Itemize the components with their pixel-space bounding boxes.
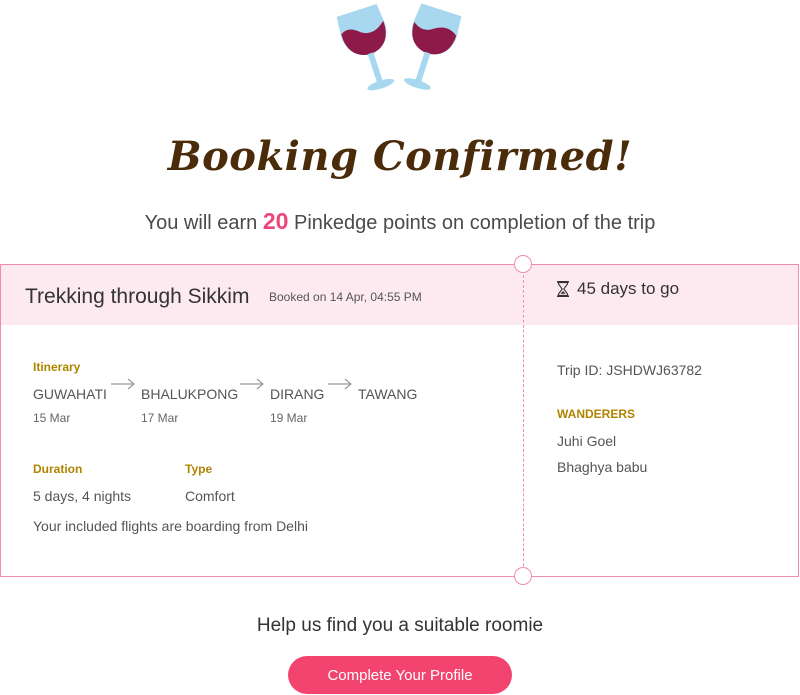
booked-on-date: Booked on 14 Apr, 04:55 PM [269, 290, 422, 304]
wine-glasses-toast-icon [336, 3, 462, 91]
ticket-notch-bottom [514, 567, 532, 585]
type-value: Comfort [185, 488, 235, 504]
points-prefix: You will earn [144, 212, 263, 234]
itinerary-label: Itinerary [33, 360, 81, 374]
stop-place: DIRANG [270, 386, 325, 402]
points-suffix: Pinkedge points on completion of the tri… [288, 212, 656, 234]
points-message: You will earn 20 Pinkedge points on comp… [0, 208, 800, 235]
trip-name: Trekking through Sikkim [25, 285, 250, 308]
complete-profile-button[interactable]: Complete Your Profile [288, 656, 512, 694]
stop-place: TAWANG [358, 386, 418, 402]
booking-ticket: Trekking through Sikkim Booked on 14 Apr… [0, 255, 799, 585]
hourglass-icon [557, 281, 569, 297]
arrow-right-icon [240, 378, 264, 390]
duration-value: 5 days, 4 nights [33, 488, 132, 504]
arrow-right-icon [111, 378, 135, 390]
stop-date: 15 Mar [33, 411, 71, 425]
stop-date: 19 Mar [270, 411, 308, 425]
type-label: Type [185, 462, 213, 476]
ticket-divider [523, 265, 524, 576]
stop-place: BHALUKPONG [141, 386, 239, 402]
countdown-text: 45 days to go [577, 279, 680, 298]
trip-id: Trip ID: JSHDWJ63782 [557, 362, 702, 378]
points-value: 20 [262, 208, 289, 234]
roomie-prompt: Help us find you a suitable roomie [256, 615, 544, 636]
countdown: 45 days to go [557, 279, 679, 299]
duration-label: Duration [33, 462, 83, 476]
stop-date: 17 Mar [141, 411, 179, 425]
flights-note: Your included flights are boarding from … [33, 518, 308, 534]
wanderer-name: Bhaghya babu [557, 459, 648, 475]
arrow-right-icon [328, 378, 352, 390]
ticket-notch-top [514, 255, 532, 273]
wanderer-name: Juhi Goel [557, 433, 617, 449]
page-title: Booking Confirmed! [167, 133, 633, 180]
stop-place: GUWAHATI [33, 386, 107, 402]
wanderers-label: WANDERERS [557, 407, 636, 421]
